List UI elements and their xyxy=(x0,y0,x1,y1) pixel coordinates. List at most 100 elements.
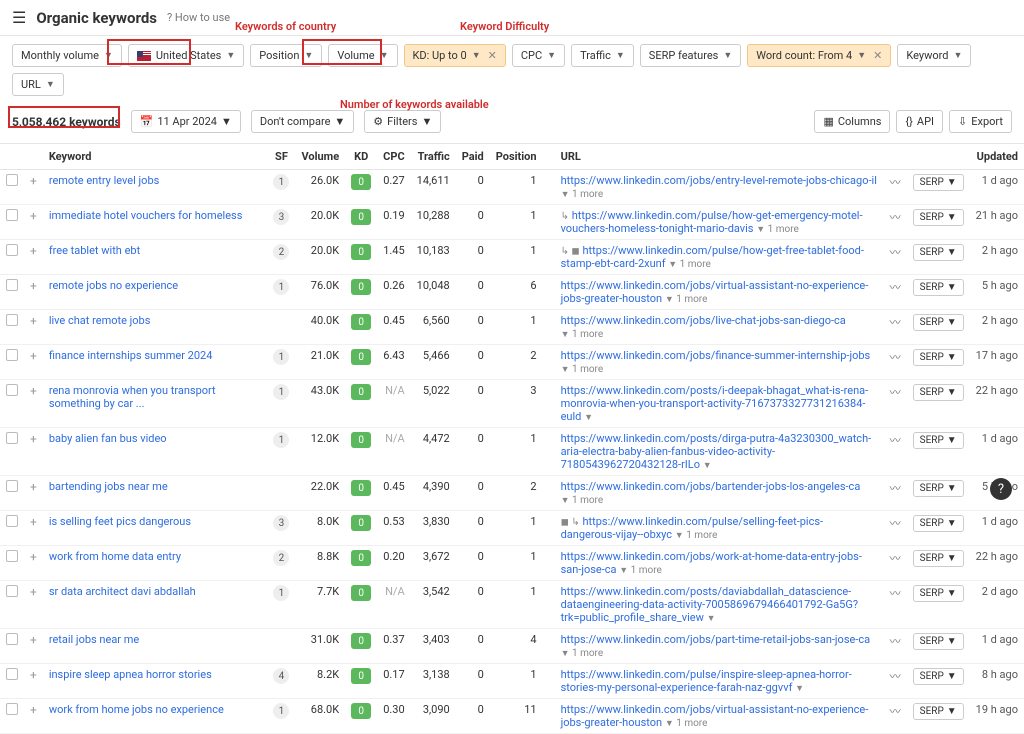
expand-icon[interactable]: + xyxy=(30,174,37,188)
col-updated[interactable]: Updated xyxy=(970,144,1024,170)
url-link[interactable]: https://www.linkedin.com/jobs/work-at-ho… xyxy=(561,550,862,576)
expand-icon[interactable]: + xyxy=(30,314,37,328)
url-link[interactable]: https://www.linkedin.com/posts/i-deepak-… xyxy=(561,384,869,423)
row-checkbox[interactable] xyxy=(6,432,18,444)
filter-url[interactable]: URL▼ xyxy=(12,73,64,96)
row-checkbox[interactable] xyxy=(6,314,18,326)
close-icon[interactable]: ✕ xyxy=(873,49,882,62)
expand-icon[interactable]: + xyxy=(30,349,37,363)
expand-icon[interactable]: + xyxy=(30,209,37,223)
url-link[interactable]: https://www.linkedin.com/jobs/virtual-as… xyxy=(561,279,869,305)
serp-button[interactable]: SERP ▼ xyxy=(913,668,964,685)
serp-button[interactable]: SERP ▼ xyxy=(913,209,964,226)
more-link[interactable]: ▼ 1 more xyxy=(665,718,708,729)
url-link[interactable]: https://www.linkedin.com/pulse/how-get-e… xyxy=(561,209,863,235)
row-checkbox[interactable] xyxy=(6,349,18,361)
url-link[interactable]: https://www.linkedin.com/posts/dirga-put… xyxy=(561,432,872,471)
trend-icon[interactable]: 〰 xyxy=(890,705,901,718)
columns-button[interactable]: ▦ Columns xyxy=(814,110,890,133)
more-link[interactable]: ▼ 1 more xyxy=(561,495,604,506)
serp-button[interactable]: SERP ▼ xyxy=(913,633,964,650)
col-traffic[interactable]: Traffic xyxy=(411,144,456,170)
filters-button[interactable]: ⚙Filters▼ xyxy=(364,110,441,133)
expand-icon[interactable]: + xyxy=(30,703,37,717)
filter-wordcount[interactable]: Word count: From 4▼✕ xyxy=(747,44,891,67)
filter-traffic[interactable]: Traffic▼ xyxy=(571,44,634,67)
col-position[interactable]: Position xyxy=(490,144,543,170)
col-url[interactable]: URL xyxy=(555,144,884,170)
keyword-link[interactable]: retail jobs near me xyxy=(49,633,139,646)
filter-serp[interactable]: SERP features▼ xyxy=(640,44,741,67)
keyword-link[interactable]: finance internships summer 2024 xyxy=(49,349,213,362)
trend-icon[interactable]: 〰 xyxy=(890,386,901,399)
col-kd[interactable]: KD xyxy=(345,144,377,170)
serp-button[interactable]: SERP ▼ xyxy=(913,703,964,720)
row-checkbox[interactable] xyxy=(6,633,18,645)
serp-button[interactable]: SERP ▼ xyxy=(913,384,964,401)
more-link[interactable]: ▼ 1 more xyxy=(561,189,604,200)
serp-button[interactable]: SERP ▼ xyxy=(913,279,964,296)
serp-button[interactable]: SERP ▼ xyxy=(913,349,964,366)
row-checkbox[interactable] xyxy=(6,384,18,396)
filter-volume[interactable]: Volume▼ xyxy=(328,44,397,67)
trend-icon[interactable]: 〰 xyxy=(890,587,901,600)
filter-kd[interactable]: KD: Up to 0▼✕ xyxy=(404,44,506,67)
col-volume[interactable]: Volume xyxy=(295,144,345,170)
url-link[interactable]: https://www.linkedin.com/jobs/bartender-… xyxy=(561,480,861,493)
trend-icon[interactable]: 〰 xyxy=(890,635,901,648)
expand-icon[interactable]: + xyxy=(30,432,37,446)
expand-icon[interactable]: + xyxy=(30,668,37,682)
trend-icon[interactable]: 〰 xyxy=(890,281,901,294)
trend-icon[interactable]: 〰 xyxy=(890,434,901,447)
keyword-link[interactable]: remote jobs no experience xyxy=(49,279,178,292)
trend-icon[interactable]: 〰 xyxy=(890,351,901,364)
more-link[interactable]: ▼ 1 more xyxy=(561,364,604,375)
trend-icon[interactable]: 〰 xyxy=(890,482,901,495)
filter-cpc[interactable]: CPC▼ xyxy=(512,44,565,67)
keyword-link[interactable]: work from home jobs no experience xyxy=(49,703,224,716)
keyword-link[interactable]: live chat remote jobs xyxy=(49,314,151,327)
serp-button[interactable]: SERP ▼ xyxy=(913,244,964,261)
keyword-link[interactable]: immediate hotel vouchers for homeless xyxy=(49,209,243,222)
url-link[interactable]: https://www.linkedin.com/pulse/inspire-s… xyxy=(561,668,852,694)
more-link[interactable]: ▼ 1 more xyxy=(665,294,708,305)
keyword-link[interactable]: baby alien fan bus video xyxy=(49,432,167,445)
filter-keyword[interactable]: Keyword▼ xyxy=(897,44,971,67)
more-link[interactable]: ▼ 1 more xyxy=(668,259,711,270)
keyword-link[interactable]: remote entry level jobs xyxy=(49,174,160,187)
more-link[interactable]: ▼ 1 more xyxy=(561,329,604,340)
expand-icon[interactable]: + xyxy=(30,244,37,258)
more-link[interactable]: ▼ 1 more xyxy=(561,648,604,659)
keyword-link[interactable]: rena monrovia when you transport somethi… xyxy=(49,384,216,410)
trend-icon[interactable]: 〰 xyxy=(890,552,901,565)
row-checkbox[interactable] xyxy=(6,244,18,256)
keyword-link[interactable]: sr data architect davi abdallah xyxy=(49,585,196,598)
trend-icon[interactable]: 〰 xyxy=(890,670,901,683)
row-checkbox[interactable] xyxy=(6,174,18,186)
close-icon[interactable]: ✕ xyxy=(488,49,497,62)
trend-icon[interactable]: 〰 xyxy=(890,211,901,224)
filter-country[interactable]: United States▼ xyxy=(128,44,244,67)
col-paid[interactable]: Paid xyxy=(456,144,490,170)
url-link[interactable]: https://www.linkedin.com/jobs/virtual-as… xyxy=(561,703,869,729)
keyword-link[interactable]: work from home data entry xyxy=(49,550,181,563)
serp-button[interactable]: SERP ▼ xyxy=(913,585,964,602)
api-button[interactable]: {} API xyxy=(896,110,943,133)
date-picker[interactable]: 📅11 Apr 2024▼ xyxy=(131,110,241,133)
serp-button[interactable]: SERP ▼ xyxy=(913,314,964,331)
url-link[interactable]: https://www.linkedin.com/pulse/how-get-f… xyxy=(561,244,864,270)
col-cpc[interactable]: CPC xyxy=(377,144,410,170)
compare-select[interactable]: Don't compare▼ xyxy=(251,110,354,133)
trend-icon[interactable]: 〰 xyxy=(890,316,901,329)
keyword-link[interactable]: bartending jobs near me xyxy=(49,480,168,493)
keyword-link[interactable]: inspire sleep apnea horror stories xyxy=(49,668,212,681)
url-link[interactable]: https://www.linkedin.com/jobs/part-time-… xyxy=(561,633,871,646)
trend-icon[interactable]: 〰 xyxy=(890,176,901,189)
col-sf[interactable]: SF xyxy=(267,144,295,170)
more-link[interactable]: ▼ 1 more xyxy=(756,224,799,235)
expand-icon[interactable]: + xyxy=(30,279,37,293)
expand-icon[interactable]: + xyxy=(30,550,37,564)
how-to-use[interactable]: ? How to use xyxy=(167,11,230,24)
url-link[interactable]: https://www.linkedin.com/jobs/live-chat-… xyxy=(561,314,846,327)
url-link[interactable]: https://www.linkedin.com/jobs/finance-su… xyxy=(561,349,871,362)
